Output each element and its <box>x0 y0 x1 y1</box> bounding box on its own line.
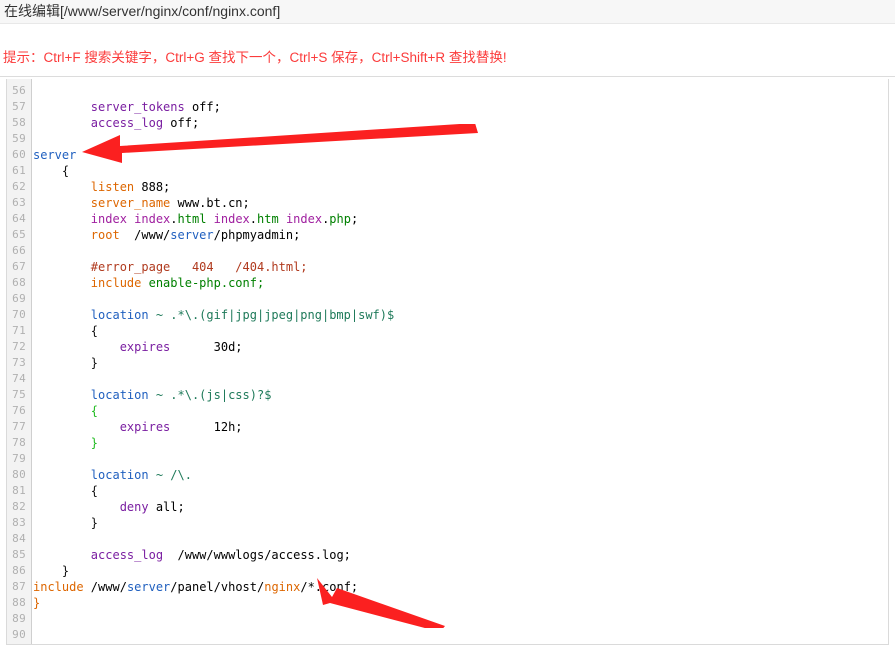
code-line[interactable]: } <box>33 355 889 371</box>
line-number: 87 <box>7 579 26 595</box>
code-line[interactable]: #error_page 404 /404.html; <box>33 259 889 275</box>
code-line[interactable]: { <box>33 483 889 499</box>
code-line[interactable] <box>33 627 889 643</box>
code-line[interactable]: expires 12h; <box>33 419 889 435</box>
line-number: 67 <box>7 259 26 275</box>
line-number-list: 5657585960616263646566676869707172737475… <box>7 83 26 643</box>
line-number: 75 <box>7 387 26 403</box>
line-number: 59 <box>7 131 26 147</box>
code-line[interactable] <box>33 83 889 99</box>
code-line[interactable] <box>33 131 889 147</box>
code-line[interactable]: server_name www.bt.cn; <box>33 195 889 211</box>
code-line[interactable]: expires 30d; <box>33 339 889 355</box>
line-number: 66 <box>7 243 26 259</box>
line-number: 58 <box>7 115 26 131</box>
line-number: 65 <box>7 227 26 243</box>
code-line[interactable] <box>33 291 889 307</box>
line-number: 84 <box>7 531 26 547</box>
line-number: 89 <box>7 611 26 627</box>
code-editor[interactable]: 5657585960616263646566676869707172737475… <box>6 79 889 645</box>
line-number: 60 <box>7 147 26 163</box>
code-content-area[interactable]: server_tokens off; access_log off; serve… <box>33 83 889 645</box>
code-line[interactable]: } <box>33 435 889 451</box>
code-line[interactable]: { <box>33 163 889 179</box>
code-line[interactable]: deny all; <box>33 499 889 515</box>
code-line[interactable]: index index.html index.htm index.php; <box>33 211 889 227</box>
shortcut-hint-bar: 提示：Ctrl+F 搜索关键字，Ctrl+G 查找下一个，Ctrl+S 保存，C… <box>0 25 895 77</box>
code-line[interactable]: location ~ .*\.(js|css)?$ <box>33 387 889 403</box>
code-line[interactable]: include enable-php.conf; <box>33 275 889 291</box>
line-number: 76 <box>7 403 26 419</box>
line-number: 83 <box>7 515 26 531</box>
line-number: 56 <box>7 83 26 99</box>
code-line[interactable]: { <box>33 403 889 419</box>
window-title-bar: 在线编辑[/www/server/nginx/conf/nginx.conf] <box>0 0 895 24</box>
line-number: 63 <box>7 195 26 211</box>
line-number-gutter: 5657585960616263646566676869707172737475… <box>7 79 32 644</box>
line-number: 64 <box>7 211 26 227</box>
line-number: 79 <box>7 451 26 467</box>
code-line[interactable]: location ~ /\. <box>33 467 889 483</box>
code-line[interactable]: access_log /www/wwwlogs/access.log; <box>33 547 889 563</box>
shortcut-hint-text: 提示：Ctrl+F 搜索关键字，Ctrl+G 查找下一个，Ctrl+S 保存，C… <box>3 49 507 67</box>
line-number: 85 <box>7 547 26 563</box>
code-line[interactable]: root /www/server/phpmyadmin; <box>33 227 889 243</box>
code-line[interactable]: location ~ .*\.(gif|jpg|jpeg|png|bmp|swf… <box>33 307 889 323</box>
line-number: 88 <box>7 595 26 611</box>
line-number: 80 <box>7 467 26 483</box>
line-number: 86 <box>7 563 26 579</box>
code-line[interactable]: include /www/server/panel/vhost/nginx/*.… <box>33 579 889 595</box>
line-number: 68 <box>7 275 26 291</box>
code-line[interactable]: access_log off; <box>33 115 889 131</box>
line-number: 72 <box>7 339 26 355</box>
line-number: 69 <box>7 291 26 307</box>
line-number: 70 <box>7 307 26 323</box>
line-number: 81 <box>7 483 26 499</box>
line-number: 90 <box>7 627 26 643</box>
code-line[interactable]: server_tokens off; <box>33 99 889 115</box>
line-number: 73 <box>7 355 26 371</box>
line-number: 78 <box>7 435 26 451</box>
code-line[interactable]: { <box>33 323 889 339</box>
line-number: 61 <box>7 163 26 179</box>
page-title: 在线编辑[/www/server/nginx/conf/nginx.conf] <box>4 1 280 21</box>
line-number: 77 <box>7 419 26 435</box>
code-line[interactable]: server <box>33 147 889 163</box>
code-line[interactable] <box>33 243 889 259</box>
code-line[interactable]: listen 888; <box>33 179 889 195</box>
code-line[interactable] <box>33 611 889 627</box>
code-line[interactable] <box>33 451 889 467</box>
code-line[interactable]: } <box>33 563 889 579</box>
line-number: 62 <box>7 179 26 195</box>
code-line[interactable]: } <box>33 515 889 531</box>
code-line[interactable] <box>33 371 889 387</box>
line-number: 71 <box>7 323 26 339</box>
code-line[interactable]: } <box>33 595 889 611</box>
line-number: 74 <box>7 371 26 387</box>
line-number: 82 <box>7 499 26 515</box>
line-number: 57 <box>7 99 26 115</box>
code-line[interactable] <box>33 531 889 547</box>
